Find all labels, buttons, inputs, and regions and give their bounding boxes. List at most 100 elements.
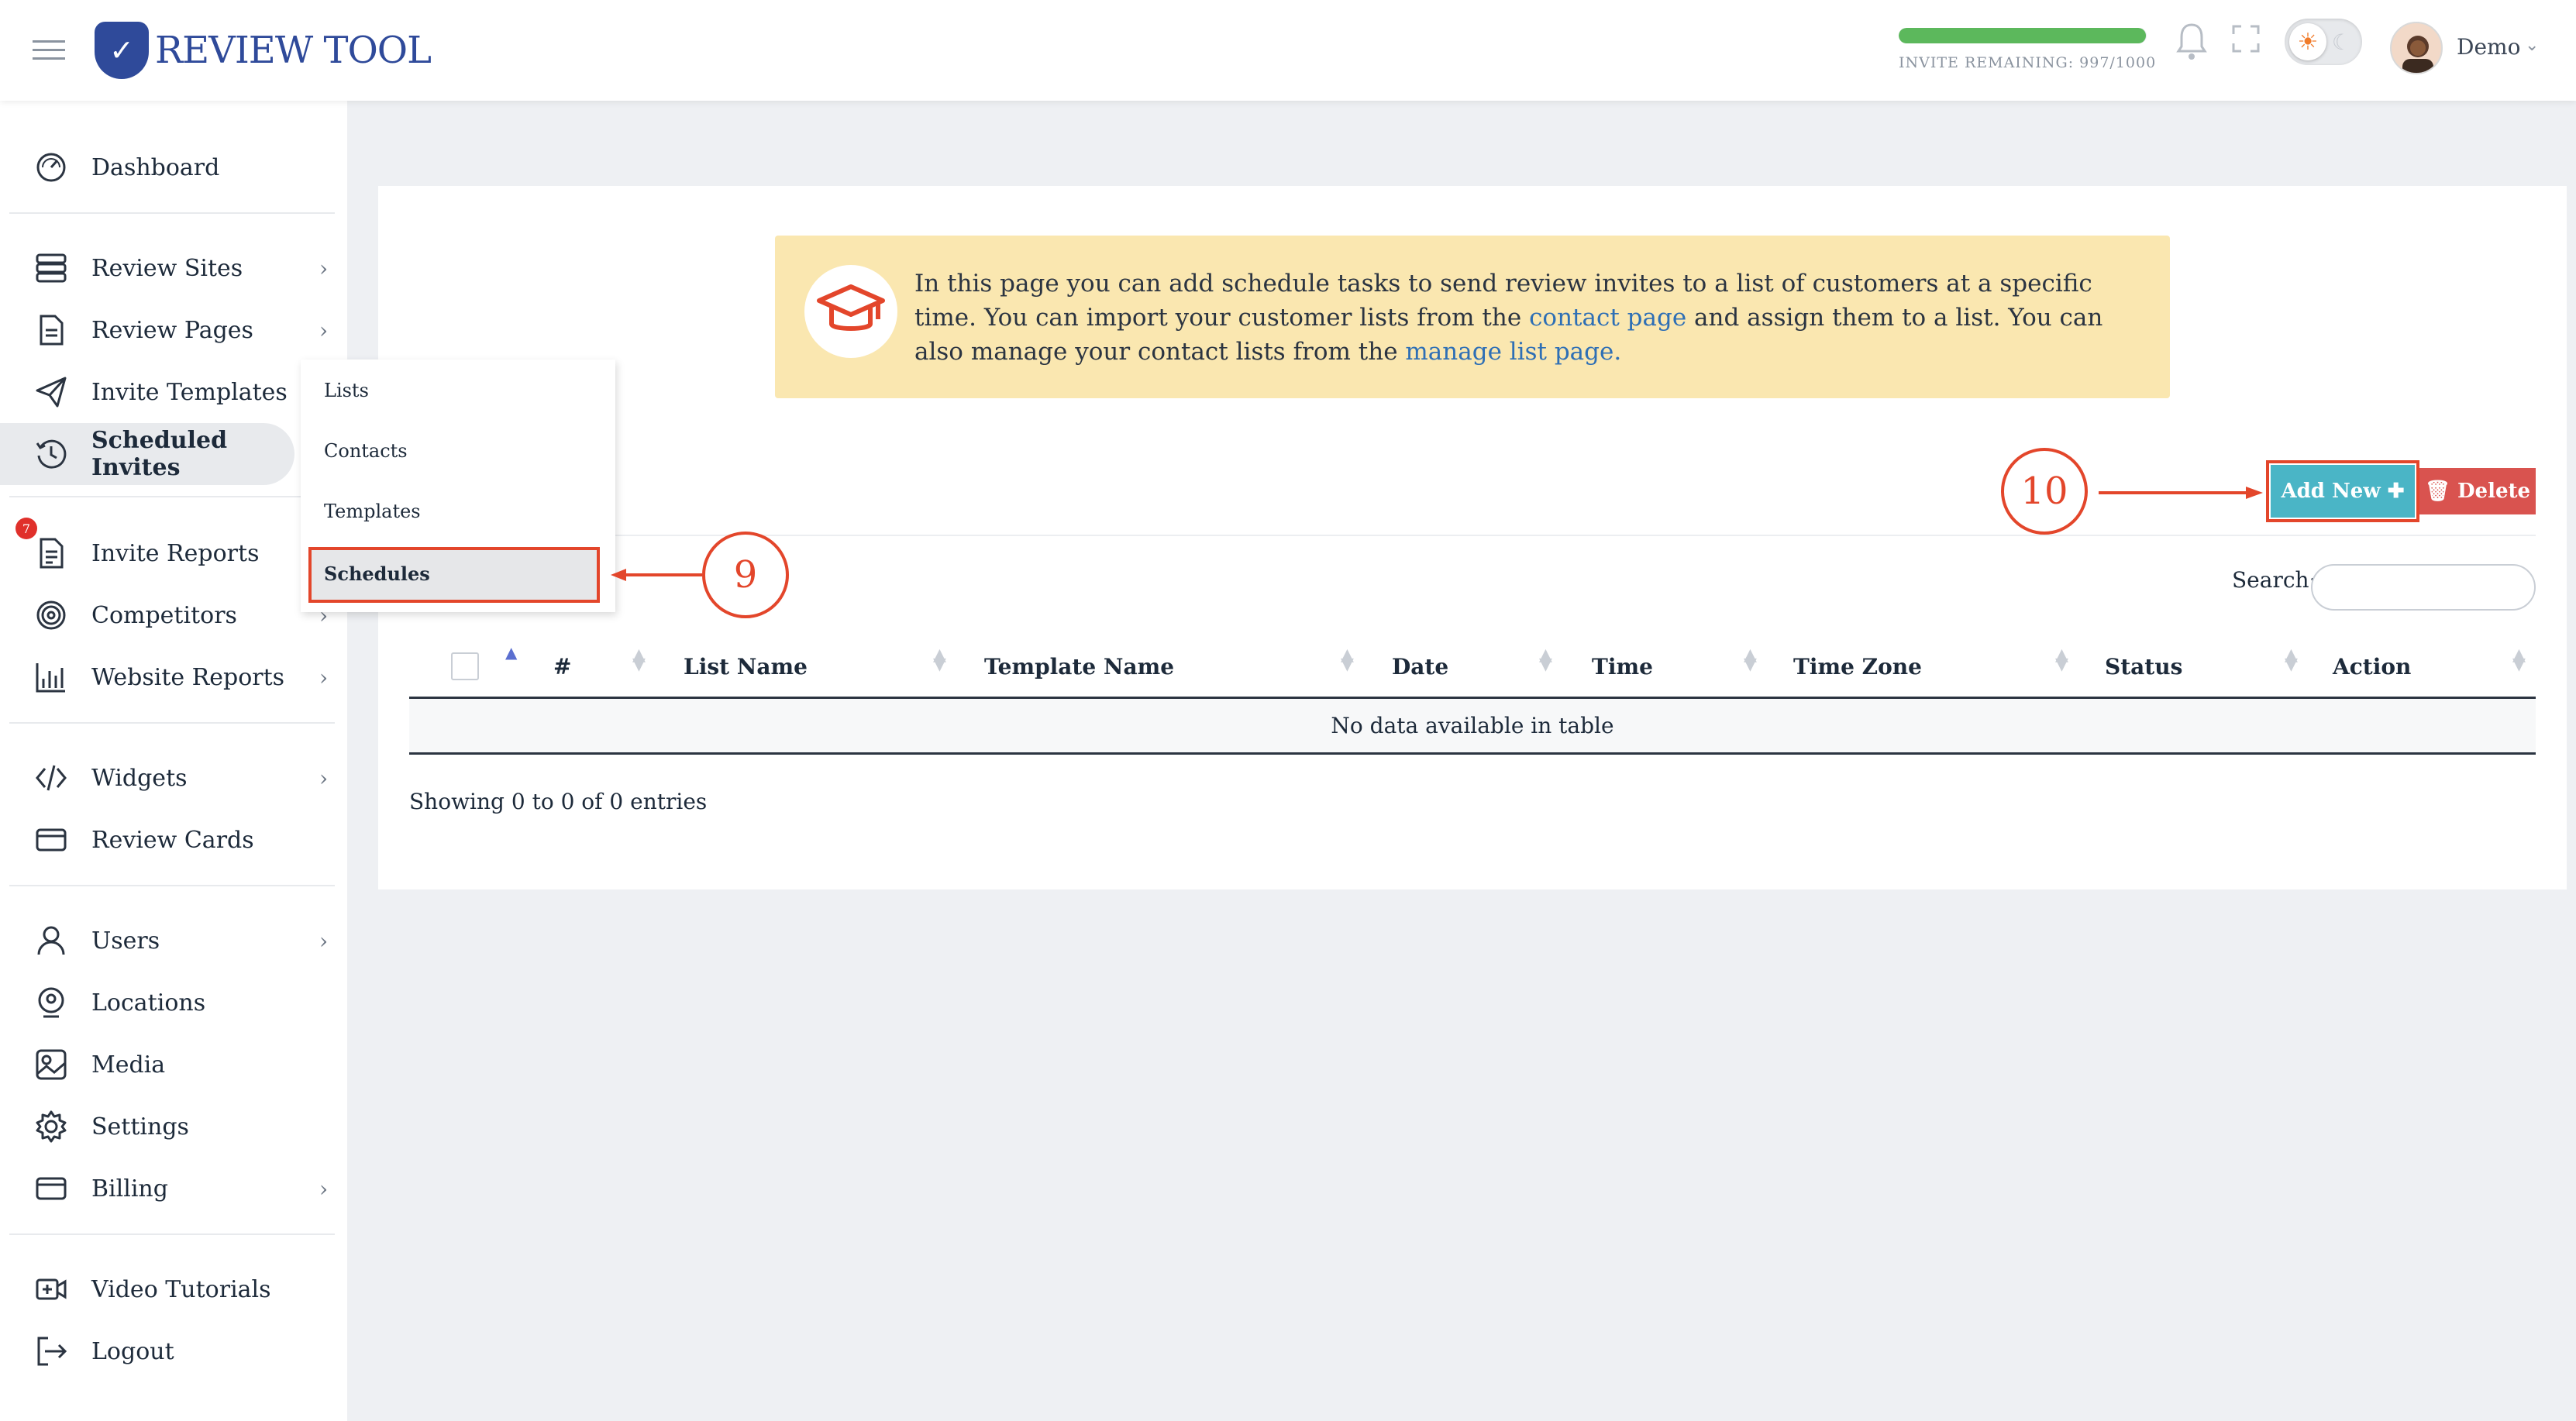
contact-page-link[interactable]: contact page [1529,304,1686,332]
add-new-button[interactable]: Add New ✚ [2266,460,2419,522]
submenu-item-schedules[interactable]: Schedules [308,547,600,603]
invite-progress-fill [1899,28,2147,43]
sidebar-item-logout[interactable]: Logout [0,1320,347,1382]
sidebar-item-competitors[interactable]: Competitors › [0,584,347,646]
logo-shield-icon: ✓ [95,22,149,79]
column-header-template-name[interactable]: Template Name [984,654,1174,680]
sort-icon[interactable]: ▲ ▼ [2285,647,2298,673]
sidebar-item-settings[interactable]: Settings [0,1096,347,1158]
delete-button[interactable]: 🗑 Delete [2419,468,2536,514]
avatar-image-icon [2402,36,2433,73]
code-icon [36,765,67,791]
submenu-item-templates[interactable]: Templates [324,501,421,522]
sun-icon: ☀ [2289,23,2326,60]
credit-card-icon [36,1177,67,1200]
sidebar-item-invite-templates[interactable]: Invite Templates [0,361,347,423]
sidebar-item-label: Review Cards [91,826,254,854]
sidebar-item-widgets[interactable]: Widgets › [0,747,347,809]
column-header-time-zone[interactable]: Time Zone [1793,654,1922,680]
column-header-list-name[interactable]: List Name [684,654,808,680]
sort-icon[interactable]: ▲ ▼ [2055,647,2068,673]
sort-icon[interactable]: ▲ ▼ [2512,647,2526,673]
sidebar-item-review-pages[interactable]: Review Pages › [0,299,347,361]
column-header-action[interactable]: Action [2333,654,2411,680]
scheduled-invites-submenu: Lists Contacts Templates Schedules [301,360,615,612]
submenu-item-lists[interactable]: Lists [324,380,369,401]
chevron-down-icon[interactable]: ⌄ [2525,36,2539,55]
submenu-item-label: Schedules [324,563,430,585]
theme-toggle[interactable]: ☀ ☾ [2285,19,2362,65]
graduation-cap-icon [804,265,897,358]
server-icon [36,253,67,283]
sidebar-item-locations[interactable]: Locations [0,972,347,1034]
fingerprint-icon [36,600,66,630]
sidebar-item-label: Widgets [91,764,188,792]
column-header-time[interactable]: Time [1592,654,1653,680]
user-icon [37,926,65,955]
fullscreen-icon[interactable] [2232,25,2260,53]
select-all-checkbox[interactable] [451,652,479,680]
sidebar-divider [9,885,335,886]
sidebar-item-label: Invite Templates [91,378,288,406]
sidebar-item-website-reports[interactable]: Website Reports › [0,646,347,708]
sort-icon[interactable]: ▲ ▼ [933,647,946,673]
app-logo[interactable]: ✓ REVIEW TOOL [95,22,432,79]
table-empty-row: No data available in table [409,699,2536,755]
column-header-status[interactable]: Status [2105,654,2182,680]
sidebar-item-video-tutorials[interactable]: Video Tutorials [0,1258,347,1320]
document-icon [40,315,64,346]
dashboard-icon [36,153,66,182]
sidebar-item-media[interactable]: Media [0,1034,347,1096]
table-header: ▲ # ▲ ▼ List Name ▲ ▼ Template Name ▲ ▼ Dat… [409,640,2536,699]
sidebar-divider [9,1233,335,1235]
chevron-right-icon: › [319,317,329,343]
sidebar-item-label: Media [91,1051,166,1079]
sidebar-item-users[interactable]: Users › [0,910,347,972]
logout-icon [37,1337,67,1366]
sort-asc-icon[interactable]: ▲ [505,645,517,660]
logo-text: REVIEW TOOL [155,29,432,72]
notification-bell-icon[interactable] [2176,22,2207,62]
sort-icon[interactable]: ▲ ▼ [1341,647,1354,673]
sidebar-item-label: Scheduled Invites [91,427,228,481]
image-icon [36,1049,67,1080]
hamburger-menu-icon[interactable] [33,40,65,64]
sidebar-item-label: Locations [91,989,206,1017]
sidebar-item-review-cards[interactable]: Review Cards [0,809,347,871]
sidebar-item-review-sites[interactable]: Review Sites › [0,237,347,299]
user-name[interactable]: Demo [2457,34,2520,60]
sidebar-item-label: Competitors [91,601,237,629]
column-header-date[interactable]: Date [1392,654,1448,680]
sort-icon[interactable]: ▲ ▼ [1744,647,1757,673]
sort-icon[interactable]: ▲ ▼ [1539,647,1552,673]
chevron-right-icon: › [319,664,329,690]
gear-icon [36,1110,67,1143]
chevron-right-icon: › [319,255,329,281]
paper-plane-icon [36,377,67,408]
sidebar-item-scheduled-invites[interactable]: Scheduled Invites [0,423,294,485]
sidebar-divider [9,722,335,724]
bar-chart-icon [36,663,65,693]
sidebar-item-dashboard[interactable]: Dashboard [0,136,347,198]
sidebar-item-label: Video Tutorials [91,1275,271,1303]
video-icon [36,1278,67,1300]
card-icon [36,828,67,852]
user-avatar[interactable] [2390,22,2443,74]
sidebar-item-billing[interactable]: Billing › [0,1158,347,1220]
sidebar-item-invite-reports[interactable]: Invite Reports [0,522,347,584]
notice-text: In this page you can add schedule tasks … [914,267,2154,369]
column-header-number[interactable]: # [553,654,571,680]
sidebar-divider [9,496,335,497]
sidebar-item-label: Invite Reports [91,539,260,567]
table-info: Showing 0 to 0 of 0 entries [409,789,708,814]
submenu-item-contacts[interactable]: Contacts [324,440,408,462]
annotation-marker-9: 9 [702,532,789,618]
report-icon [40,538,64,569]
sidebar-item-label: Review Pages [91,316,253,344]
search-input[interactable] [2311,564,2536,611]
clock-history-icon [36,439,67,469]
sidebar-item-label: Logout [91,1337,174,1365]
manage-list-page-link[interactable]: manage list page. [1405,338,1621,366]
sort-icon[interactable]: ▲ ▼ [632,647,646,673]
search-label: Search: [2232,567,2316,593]
